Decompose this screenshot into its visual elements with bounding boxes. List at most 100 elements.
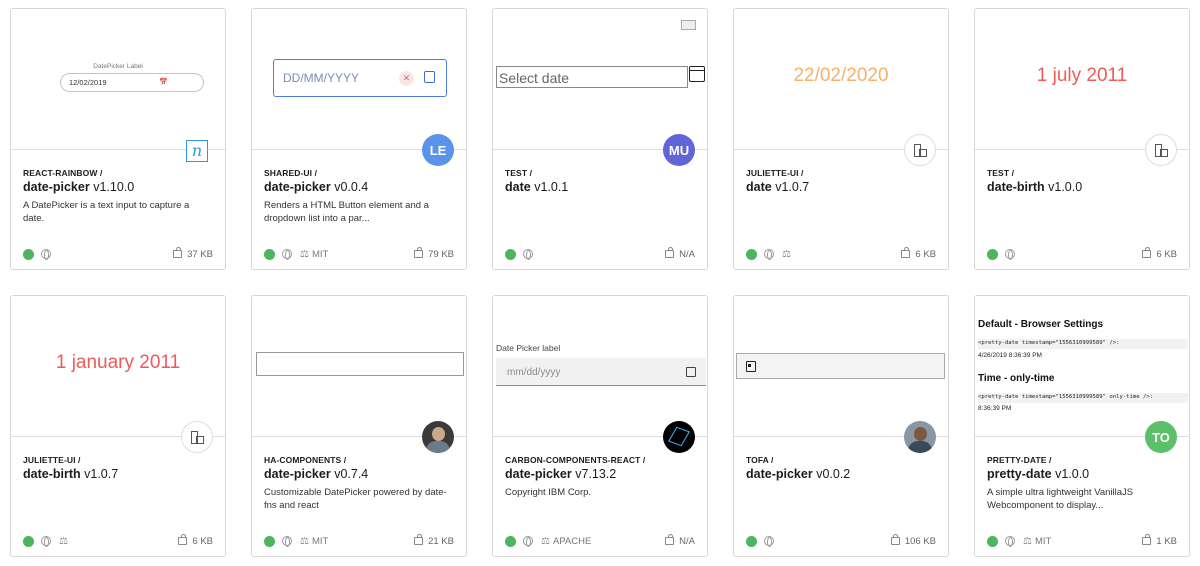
preview-label: DatePicker Label xyxy=(93,63,143,70)
status-dot xyxy=(987,248,998,260)
component-title[interactable]: date-picker v7.13.2 xyxy=(505,467,616,481)
license-scale-icon: ⚖ xyxy=(782,248,791,260)
component-title[interactable]: date-picker v0.0.2 xyxy=(746,467,850,481)
preview-output: 8:36:39 PM xyxy=(978,405,1012,412)
component-version: v0.0.4 xyxy=(334,180,369,194)
weight-icon xyxy=(173,247,183,258)
component-scope: TEST / xyxy=(505,168,533,178)
component-scope: JULIETTE-UI / xyxy=(23,455,81,465)
weight-icon xyxy=(1142,247,1152,258)
component-preview: 1 january 2011 xyxy=(11,296,225,437)
bundle-size: 6 KB xyxy=(901,247,936,260)
building-icon xyxy=(904,134,936,166)
weight-icon xyxy=(414,534,424,545)
component-scope: REACT-RAINBOW / xyxy=(23,168,103,178)
weight-icon xyxy=(414,247,424,258)
clear-icon: ✕ xyxy=(399,71,414,86)
preview-heading: Default - Browser Settings xyxy=(978,319,1104,330)
component-card[interactable]: 1 july 2011 TEST / date-birth v1.0.0 6 K… xyxy=(974,8,1190,270)
component-description: A DatePicker is a text input to capture … xyxy=(23,200,190,224)
component-name: date-picker xyxy=(264,467,331,481)
component-description: Renders a HTML Button element and a drop… xyxy=(264,200,429,224)
card-footer: N/A xyxy=(505,247,695,261)
component-card[interactable]: DD/MM/YYYY ✕ LE SHARED-UI / date-picker … xyxy=(251,8,467,270)
component-card[interactable]: 1 january 2011 JULIETTE-UI / date-birth … xyxy=(10,295,226,557)
card-footer: 106 KB xyxy=(746,534,936,548)
component-title[interactable]: date-picker v1.10.0 xyxy=(23,180,134,194)
building-icon xyxy=(181,421,213,453)
preview-date-input: 12/02/2019 📅 xyxy=(60,73,204,92)
component-description: Customizable DatePicker powered by date-… xyxy=(264,487,447,511)
component-version: v1.0.1 xyxy=(534,180,569,194)
window-icon xyxy=(681,20,696,30)
component-card[interactable]: Select date MU TEST / date v1.0.1 N/A xyxy=(492,8,708,270)
component-version: v1.0.7 xyxy=(775,180,810,194)
globe-icon xyxy=(1005,249,1015,260)
card-footer: ⚖ MIT 1 KB xyxy=(987,534,1177,548)
preview-code: <pretty-date timestamp="1556310999589" o… xyxy=(978,393,1188,403)
globe-icon xyxy=(41,536,51,547)
weight-icon xyxy=(665,247,675,258)
preview-date-input: Select date xyxy=(496,66,688,88)
card-footer: 6 KB xyxy=(987,247,1177,261)
license-label: MIT xyxy=(1034,535,1052,547)
component-scope: CARBON-COMPONENTS-REACT / xyxy=(505,455,646,465)
component-title[interactable]: date v1.0.1 xyxy=(505,180,568,194)
license-label: MIT xyxy=(311,535,329,547)
component-title[interactable]: date v1.0.7 xyxy=(746,180,809,194)
card-footer: ⚖ MIT 79 KB xyxy=(264,247,454,261)
component-preview: DD/MM/YYYY ✕ xyxy=(252,9,466,150)
component-description: A simple ultra lightweight VanillaJS Web… xyxy=(987,487,1134,511)
bundle-size: 1 KB xyxy=(1142,534,1177,547)
bundle-size: N/A xyxy=(665,247,695,260)
license-scale-icon: ⚖ xyxy=(541,535,550,547)
calendar-icon xyxy=(689,66,705,82)
component-description: Copyright IBM Corp. xyxy=(505,487,592,498)
weight-icon xyxy=(901,247,911,258)
component-card[interactable]: TOFA / date-picker v0.0.2 106 KB xyxy=(733,295,949,557)
preview-placeholder: mm/dd/yyyy xyxy=(507,367,561,378)
preview-date-text: 22/02/2020 xyxy=(793,65,889,86)
component-card[interactable]: HA-COMPONENTS / date-picker v0.7.4 Custo… xyxy=(251,295,467,557)
component-card[interactable]: 22/02/2020 JULIETTE-UI / date v1.0.7 ⚖ 6… xyxy=(733,8,949,270)
component-name: date-birth xyxy=(23,467,81,481)
card-footer: ⚖ MIT 21 KB xyxy=(264,534,454,548)
license-label: MIT xyxy=(311,248,329,260)
component-card[interactable]: DatePicker Label 12/02/2019 📅 n REACT-RA… xyxy=(10,8,226,270)
component-name: pretty-date xyxy=(987,467,1052,481)
component-version: v7.13.2 xyxy=(575,467,617,481)
license-scale-icon: ⚖ xyxy=(300,248,309,260)
building-icon xyxy=(1145,134,1177,166)
preview-placeholder: DD/MM/YYYY xyxy=(283,71,360,85)
component-version: v1.0.0 xyxy=(1048,180,1083,194)
component-name: date-picker xyxy=(264,180,331,194)
component-title[interactable]: date-picker v0.7.4 xyxy=(264,467,368,481)
status-dot xyxy=(505,535,516,547)
component-title[interactable]: pretty-date v1.0.0 xyxy=(987,467,1089,481)
card-footer: ⚖ APACHE N/A xyxy=(505,534,695,548)
component-name: date xyxy=(505,180,531,194)
component-title[interactable]: date-picker v0.0.4 xyxy=(264,180,368,194)
react-rainbow-logo: n xyxy=(186,140,208,162)
avatar: LE xyxy=(422,134,454,166)
component-preview: 1 july 2011 xyxy=(975,9,1189,150)
component-title[interactable]: date-birth v1.0.7 xyxy=(23,467,118,481)
calendar-icon xyxy=(746,361,756,372)
component-title[interactable]: date-birth v1.0.0 xyxy=(987,180,1082,194)
component-card[interactable]: Date Picker label mm/dd/yyyy CARBON-COMP… xyxy=(492,295,708,557)
bundle-size: N/A xyxy=(665,534,695,547)
preview-output: 4/26/2019 8:36:39 PM xyxy=(978,352,1042,359)
bundle-size: 21 KB xyxy=(414,534,454,547)
component-scope: HA-COMPONENTS / xyxy=(264,455,347,465)
calendar-icon xyxy=(686,367,696,377)
card-footer: 37 KB xyxy=(23,247,213,261)
preview-label: Date Picker label xyxy=(496,343,561,353)
bundle-size: 6 KB xyxy=(1142,247,1177,260)
bundle-size: 6 KB xyxy=(178,534,213,547)
user-photo-avatar xyxy=(422,421,454,453)
component-card[interactable]: Default - Browser Settings <pretty-date … xyxy=(974,295,1190,557)
preview-code: <pretty-date timestamp="1556310999589" /… xyxy=(978,339,1188,349)
avatar: TO xyxy=(1145,421,1177,453)
status-dot xyxy=(987,535,998,547)
weight-icon xyxy=(1142,534,1152,545)
